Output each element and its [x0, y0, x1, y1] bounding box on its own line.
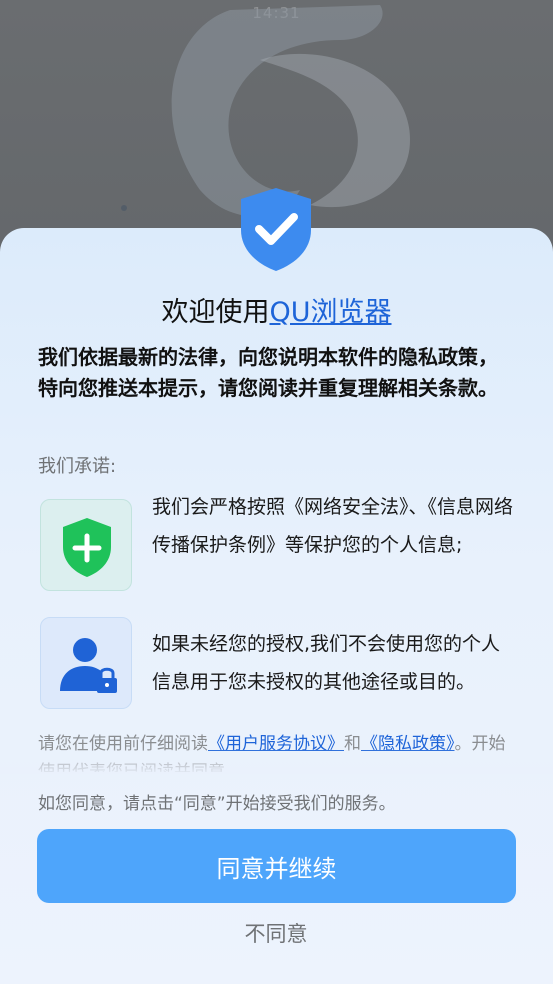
agreement-fade-overlay	[0, 748, 553, 774]
dialog-title: 欢迎使用QU浏览器	[0, 290, 553, 329]
disagree-button[interactable]: 不同意	[176, 914, 376, 952]
promise-item-2-text: 如果未经您的授权,我们不会使用您的个人信息用于您未授权的其他途径或目的。	[152, 633, 501, 693]
promise-item-1-text: 我们会严格按照《网络安全法》、《信息网络传播保护条例》等保护您的个人信息;	[152, 496, 514, 556]
shield-plus-icon	[63, 518, 111, 577]
dialog-lead-text: 我们依据最新的法律，向您说明本软件的隐私政策，特向您推送本提示，请您阅读并重复理…	[38, 345, 498, 400]
title-prefix: 欢迎使用	[161, 297, 270, 328]
user-lock-icon	[60, 638, 117, 693]
consent-hint: 如您同意，请点击“同意”开始接受我们的服务。	[38, 794, 396, 814]
agree-continue-button[interactable]: 同意并继续	[37, 829, 516, 903]
app-name-link[interactable]: QU浏览器	[269, 297, 391, 328]
promise-label: 我们承诺:	[38, 456, 117, 477]
shield-check-icon	[241, 188, 311, 271]
promise-item-2-icon-tile	[40, 617, 132, 709]
promise-item-1-icon-tile	[40, 499, 132, 591]
